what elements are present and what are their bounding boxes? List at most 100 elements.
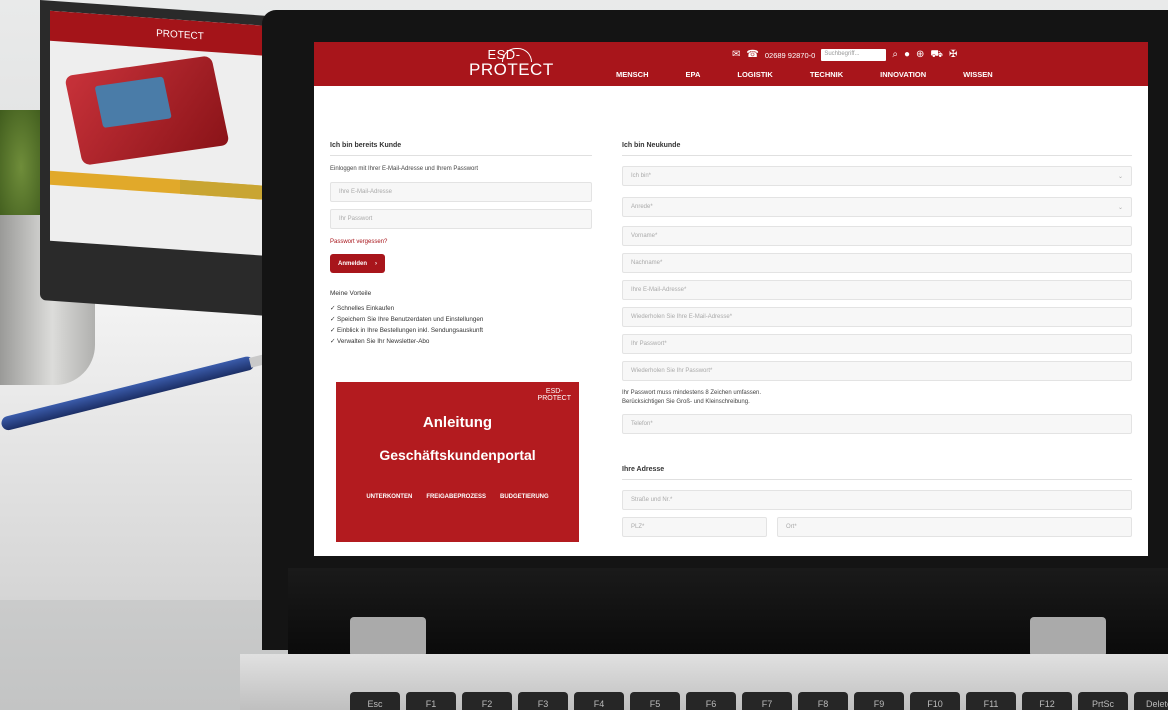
keyboard-key: Delete	[1134, 692, 1168, 710]
cart-icon[interactable]: ⛟	[930, 50, 943, 60]
banner-logo-line2: PROTECT	[537, 395, 571, 402]
benefit-item: ✓ Verwalten Sie Ihr Newsletter-Abo	[330, 338, 430, 345]
phone-icon: ☎	[746, 49, 759, 60]
city-placeholder: Ort*	[786, 524, 797, 530]
search-icon[interactable]: ⌕	[892, 50, 898, 60]
password-hint-1: Ihr Passwort muss mindestens 8 Zeichen u…	[622, 390, 762, 396]
benefit-item: ✓ Schnelles Einkaufen	[330, 305, 395, 312]
search-input[interactable]: Suchbegriff...	[821, 49, 887, 61]
site-logo[interactable]: ESD- PROTECT	[469, 48, 554, 82]
mail-icon[interactable]: ✉	[732, 50, 740, 60]
zip-input[interactable]: PLZ*	[622, 517, 767, 537]
keyboard-key: F6	[686, 692, 736, 710]
background-monitor-logo: PROTECT	[156, 27, 204, 42]
nav-mensch[interactable]: MENSCH	[616, 70, 649, 79]
chevron-down-icon: ⌄	[1117, 173, 1123, 180]
keyboard-key: PrtSc	[1078, 692, 1128, 710]
chevron-down-icon: ⌄	[1117, 204, 1123, 211]
laptop-screen: ESD- PROTECT ✉ ☎ 02689 92870-0 Suchbegri…	[314, 42, 1148, 556]
register-column: Ich bin Neukunde Ich bin* ⌄ Anrede* ⌄ Vorn…	[622, 142, 1132, 537]
customer-type-placeholder: Ich bin*	[631, 173, 652, 179]
logo-line2: PROTECT	[469, 60, 554, 79]
banner-tag: BUDGETIERUNG	[500, 494, 549, 500]
firstname-input[interactable]: Vorname*	[622, 226, 1132, 246]
keyboard-key: F1	[406, 692, 456, 710]
photo-scene: PROTECT Esc F1 F2 F3 F4 F5 F6 F7 F8 F9 F10 F11 F12 Pr…	[0, 0, 1168, 710]
background-device-image	[64, 55, 230, 166]
banner-tag: UNTERKONTEN	[366, 494, 413, 500]
keyboard-key: F2	[462, 692, 512, 710]
customer-type-select[interactable]: Ich bin* ⌄	[622, 166, 1132, 186]
banner-tags: UNTERKONTEN FREIGABEPROZESS BUDGETIERUNG	[336, 494, 579, 500]
login-email-input[interactable]: Ihre E-Mail-Adresse	[330, 182, 592, 202]
banner-logo: ESD- PROTECT	[538, 388, 571, 402]
keyboard-key: F5	[630, 692, 680, 710]
user-icon[interactable]: ●	[904, 50, 910, 60]
keyboard-key: F7	[742, 692, 792, 710]
flag-uk-icon[interactable]: ✠	[949, 50, 957, 60]
nav-logistik[interactable]: LOGISTIK	[737, 70, 772, 79]
keyboard-key: F8	[798, 692, 848, 710]
keyboard-key: F4	[574, 692, 624, 710]
phone-placeholder: Telefon*	[631, 421, 653, 427]
laptop-hinge-right	[1030, 617, 1106, 657]
register-password-input[interactable]: Ihr Passwort*	[622, 334, 1132, 354]
benefits-list: ✓ Schnelles Einkaufen ✓ Speichern Sie Ih…	[330, 303, 592, 347]
nav-innovation[interactable]: INNOVATION	[880, 70, 926, 79]
laptop-hinge-left	[350, 617, 426, 657]
zip-city-row: PLZ* Ort*	[622, 517, 1132, 537]
benefit-item: ✓ Speichern Sie Ihre Benutzerdaten und E…	[330, 316, 484, 323]
login-intro: Einloggen mit Ihrer E-Mail-Adresse und I…	[330, 166, 479, 172]
main-nav: MENSCH EPA LOGISTIK TECHNIK INNOVATION W…	[616, 70, 1030, 79]
password-hint-2: Berücksichtigen Sie Groß- und Kleinschre…	[622, 399, 750, 405]
forgot-password-link[interactable]: Passwort vergessen?	[330, 239, 592, 245]
register-password-placeholder: Ihr Passwort*	[631, 341, 667, 347]
register-password-repeat-placeholder: Wiederholen Sie Ihr Passwort*	[631, 368, 713, 374]
banner-subtitle: Geschäftskundenportal	[379, 447, 536, 463]
lastname-placeholder: Nachname*	[631, 260, 663, 266]
device-display	[94, 76, 172, 128]
nav-epa[interactable]: EPA	[686, 70, 701, 79]
login-button-label: Anmelden	[338, 260, 368, 267]
city-input[interactable]: Ort*	[777, 517, 1132, 537]
benefit-item: ✓ Einblick in Ihre Bestellungen inkl. Se…	[330, 327, 483, 334]
register-email-repeat-placeholder: Wiederholen Sie Ihre E-Mail-Adresse*	[631, 314, 733, 320]
lastname-input[interactable]: Nachname*	[622, 253, 1132, 273]
login-button[interactable]: Anmelden ›	[330, 254, 386, 273]
portal-guide-banner[interactable]: ESD- PROTECT Anleitung Geschäftskundenpo…	[336, 382, 579, 542]
login-password-placeholder: Ihr Passwort	[339, 216, 373, 222]
banner-title: Anleitung	[422, 414, 493, 431]
register-email-input[interactable]: Ihre E-Mail-Adresse*	[622, 280, 1132, 300]
register-email-placeholder: Ihre E-Mail-Adresse*	[631, 287, 687, 293]
nav-wissen[interactable]: WISSEN	[963, 70, 993, 79]
keyboard-key: F3	[518, 692, 568, 710]
magnifier-icon[interactable]: ⊕	[916, 50, 924, 60]
firstname-placeholder: Vorname*	[631, 233, 658, 239]
chevron-right-icon: ›	[375, 260, 378, 267]
zip-placeholder: PLZ*	[631, 524, 645, 530]
street-placeholder: Straße und Nr.*	[631, 497, 673, 503]
register-email-repeat-input[interactable]: Wiederholen Sie Ihre E-Mail-Adresse*	[622, 307, 1132, 327]
register-heading: Ich bin Neukunde	[622, 142, 1132, 156]
keyboard-key: F10	[910, 692, 960, 710]
login-column: Ich bin bereits Kunde Einloggen mit Ihre…	[330, 142, 592, 347]
street-input[interactable]: Straße und Nr.*	[622, 490, 1132, 510]
site-header: ESD- PROTECT ✉ ☎ 02689 92870-0 Suchbegri…	[314, 42, 1148, 86]
address-heading: Ihre Adresse	[622, 466, 1132, 480]
keyboard-key: Esc	[350, 692, 400, 710]
nav-technik[interactable]: TECHNIK	[810, 70, 843, 79]
keyboard-key: F11	[966, 692, 1016, 710]
benefits-heading: Meine Vorteile	[330, 290, 372, 297]
register-password-repeat-input[interactable]: Wiederholen Sie Ihr Passwort*	[622, 361, 1132, 381]
login-password-input[interactable]: Ihr Passwort	[330, 209, 592, 229]
banner-logo-line1: ESD-	[545, 388, 563, 395]
phone-number[interactable]: 02689 92870-0	[765, 51, 815, 60]
phone-input[interactable]: Telefon*	[622, 414, 1132, 434]
salutation-select[interactable]: Anrede* ⌄	[622, 197, 1132, 217]
salutation-placeholder: Anrede*	[631, 204, 653, 210]
header-tools: ✉ ☎ 02689 92870-0 Suchbegriff... ⌕ ● ⊕ ⛟…	[732, 46, 957, 64]
laptop-keyboard: Esc F1 F2 F3 F4 F5 F6 F7 F8 F9 F10 F11 F12 PrtSc Delet…	[240, 654, 1168, 710]
login-email-placeholder: Ihre E-Mail-Adresse	[339, 189, 393, 195]
keyboard-key: F9	[854, 692, 904, 710]
keyboard-key: F12	[1022, 692, 1072, 710]
